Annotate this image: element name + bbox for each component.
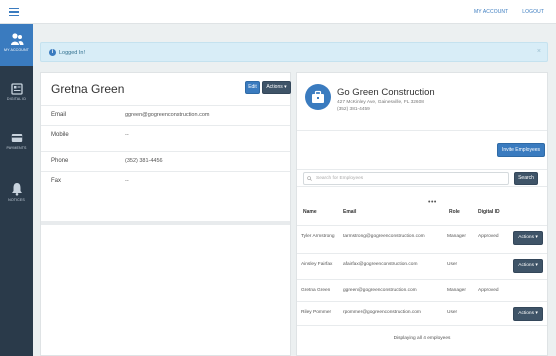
info-icon: i — [49, 49, 56, 56]
top-links: MY ACCOUNT LOGOUT — [474, 9, 544, 15]
cell-name: Ainsley Fairfax — [301, 262, 333, 267]
sidebar: MY ACCOUNT DIGITAL ID PAYMENTS NOTICES — [0, 24, 33, 356]
employee-search-input[interactable]: Search for Employees — [303, 172, 509, 185]
field-label: Mobile — [51, 132, 69, 138]
sidebar-item-payments[interactable]: PAYMENTS — [0, 132, 33, 162]
company-phone: (352) 381-4459 — [337, 107, 370, 112]
sidebar-item-label: NOTICES — [8, 198, 25, 202]
field-row-phone: Phone (352) 381-4456 — [41, 151, 290, 171]
cell-email: tarmstrong@gogreenconstruction.com — [343, 234, 425, 239]
company-name: Go Green Construction — [337, 87, 435, 98]
field-row-mobile: Mobile -- — [41, 125, 290, 145]
cell-email: afairfax@gogreenconstruction.com — [343, 262, 418, 267]
divider — [41, 221, 290, 225]
contact-name: Gretna Green — [51, 82, 125, 96]
company-logo — [305, 84, 331, 110]
company-panel: Go Green Construction 427 McKinley Ave, … — [296, 72, 548, 356]
cell-role: User — [447, 262, 458, 267]
sidebar-item-digital-id[interactable]: DIGITAL ID — [0, 83, 33, 113]
sidebar-item-my-account[interactable]: MY ACCOUNT — [0, 24, 33, 66]
close-icon[interactable]: × — [537, 48, 541, 55]
search-button[interactable]: Search — [514, 172, 538, 185]
hamburger-menu-icon[interactable] — [9, 8, 19, 17]
table-row: Riley Pommer rpommer@gogreenconstruction… — [297, 301, 547, 325]
sidebar-item-label: DIGITAL ID — [6, 97, 27, 101]
logout-link[interactable]: LOGOUT — [522, 9, 544, 15]
logged-in-alert: i Logged In! × — [40, 42, 548, 62]
table-row: Ainsley Fairfax afairfax@gogreenconstruc… — [297, 253, 547, 277]
bell-icon — [11, 183, 22, 196]
row-actions-button[interactable]: Actions ▾ — [513, 259, 543, 273]
field-row-email: Email ggreen@gogreenconstruction.com — [41, 105, 290, 125]
more-options-icon[interactable]: ••• — [428, 199, 437, 206]
users-icon — [10, 33, 23, 45]
company-header: Go Green Construction 427 McKinley Ave, … — [297, 73, 547, 131]
contact-panel: Gretna Green Edit Actions ▾ Email ggreen… — [40, 72, 291, 356]
table-row: Tyler Armstrong tarmstrong@gogreenconstr… — [297, 225, 547, 249]
table-footer: Displaying all 4 employees — [297, 325, 547, 355]
search-placeholder: Search for Employees — [316, 176, 364, 181]
contact-actions-button[interactable]: Actions ▾ — [262, 81, 291, 94]
field-label: Fax — [51, 178, 62, 184]
employees-table-header: Name Email Role Digital ID — [297, 206, 547, 220]
row-actions-button[interactable]: Actions ▾ — [513, 307, 543, 321]
column-header-role: Role — [449, 209, 460, 215]
employee-search-row: Search for Employees Search — [297, 169, 547, 187]
cell-digital-id: Approved — [478, 288, 499, 293]
column-header-name: Name — [303, 209, 317, 215]
company-address: 427 McKinley Ave, Gainesville, FL 32608 — [337, 100, 424, 105]
sidebar-item-label: MY ACCOUNT — [4, 48, 29, 52]
cell-name: Gretna Green — [301, 288, 331, 293]
cell-digital-id: Approved — [478, 234, 499, 239]
table-row: Gretna Green ggreen@gogreenconstruction.… — [297, 279, 547, 303]
sidebar-item-notices[interactable]: NOTICES — [0, 182, 33, 216]
sidebar-item-label: PAYMENTS — [6, 146, 27, 150]
alert-message: Logged In! — [59, 49, 85, 56]
cell-email: ggreen@gogreenconstruction.com — [343, 288, 417, 293]
card-icon — [11, 134, 22, 142]
cell-email: rpommer@gogreenconstruction.com — [343, 310, 421, 315]
cell-name: Tyler Armstrong — [301, 234, 335, 239]
column-header-digital-id: Digital ID — [478, 209, 500, 215]
field-row-fax: Fax -- — [41, 171, 290, 191]
field-label: Email — [51, 112, 67, 118]
cell-role: Manager — [447, 234, 466, 239]
row-actions-button[interactable]: Actions ▾ — [513, 231, 543, 245]
column-header-email: Email — [343, 209, 357, 215]
employee-count-note: Displaying all 4 employees — [393, 336, 451, 341]
field-value: -- — [125, 178, 129, 184]
invite-employees-button[interactable]: Invite Employees — [497, 143, 545, 157]
my-account-link[interactable]: MY ACCOUNT — [474, 9, 508, 15]
cell-role: User — [447, 310, 458, 315]
cell-name: Riley Pommer — [301, 310, 332, 315]
id-card-icon — [10, 83, 23, 95]
briefcase-icon — [312, 90, 324, 103]
search-icon — [307, 176, 312, 181]
field-label: Phone — [51, 158, 69, 164]
field-value: -- — [125, 132, 129, 138]
cell-role: Manager — [447, 288, 466, 293]
top-bar: MY ACCOUNT LOGOUT — [0, 0, 556, 24]
edit-button[interactable]: Edit — [245, 81, 260, 94]
field-value: (352) 381-4456 — [125, 158, 163, 164]
field-value: ggreen@gogreenconstruction.com — [125, 112, 210, 118]
